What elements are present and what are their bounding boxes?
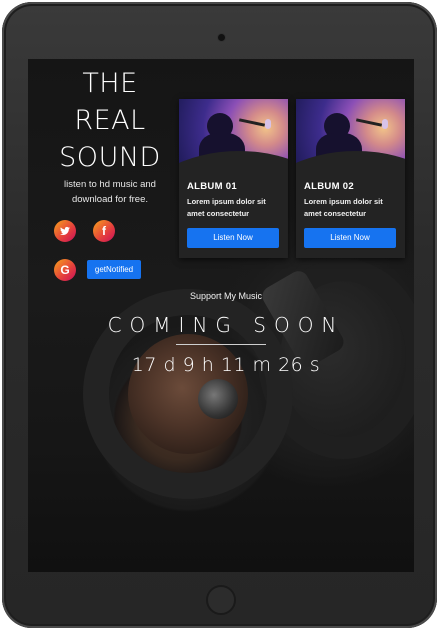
facebook-icon: f — [102, 224, 106, 238]
album-description: Lorem ipsum dolor sit amet consectetur — [304, 197, 383, 218]
brand-line-2: REAL — [74, 105, 146, 136]
card-image-curve — [179, 151, 288, 171]
album-title: ALBUM 02 — [304, 181, 354, 192]
album-card: ALBUM 02 Lorem ipsum dolor sit amet cons… — [296, 99, 405, 258]
album-cover-image — [296, 99, 405, 171]
get-notified-button[interactable]: getNotified — [87, 260, 141, 279]
screen: THE REAL SOUND listen to hd music and do… — [28, 59, 414, 572]
mic-stand — [238, 118, 266, 127]
tablet-frame: THE REAL SOUND listen to hd music and do… — [2, 2, 437, 628]
support-my-music-link[interactable]: Support My Music — [28, 291, 414, 301]
coming-soon-heading: COMING SOON — [107, 313, 345, 337]
mic-stand — [355, 118, 383, 127]
camera-lens — [218, 34, 225, 41]
divider — [176, 344, 266, 345]
album-title: ALBUM 01 — [187, 181, 237, 192]
google-icon: G — [60, 263, 70, 277]
listen-now-button[interactable]: Listen Now — [187, 228, 279, 248]
brand-title: THE REAL SOUND — [50, 65, 170, 176]
album-cover-image — [179, 99, 288, 171]
countdown-timer: 17 d 9 h 11 m 26 s — [131, 354, 321, 376]
home-button[interactable] — [206, 585, 236, 615]
microphone-icon — [382, 119, 388, 129]
twitter-icon — [60, 226, 70, 236]
album-card: ALBUM 01 Lorem ipsum dolor sit amet cons… — [179, 99, 288, 258]
album-description: Lorem ipsum dolor sit amet consectetur — [187, 197, 266, 218]
listen-now-button[interactable]: Listen Now — [304, 228, 396, 248]
microphone-icon — [265, 119, 271, 129]
brand-line-3: SOUND — [59, 142, 161, 173]
brand-line-1: THE — [82, 68, 138, 99]
google-button[interactable]: G — [54, 259, 76, 281]
headphone-hub — [198, 379, 238, 419]
tagline: listen to hd music and download for free… — [64, 179, 156, 205]
twitter-button[interactable] — [54, 220, 76, 242]
card-image-curve — [296, 151, 405, 171]
facebook-button[interactable]: f — [93, 220, 115, 242]
